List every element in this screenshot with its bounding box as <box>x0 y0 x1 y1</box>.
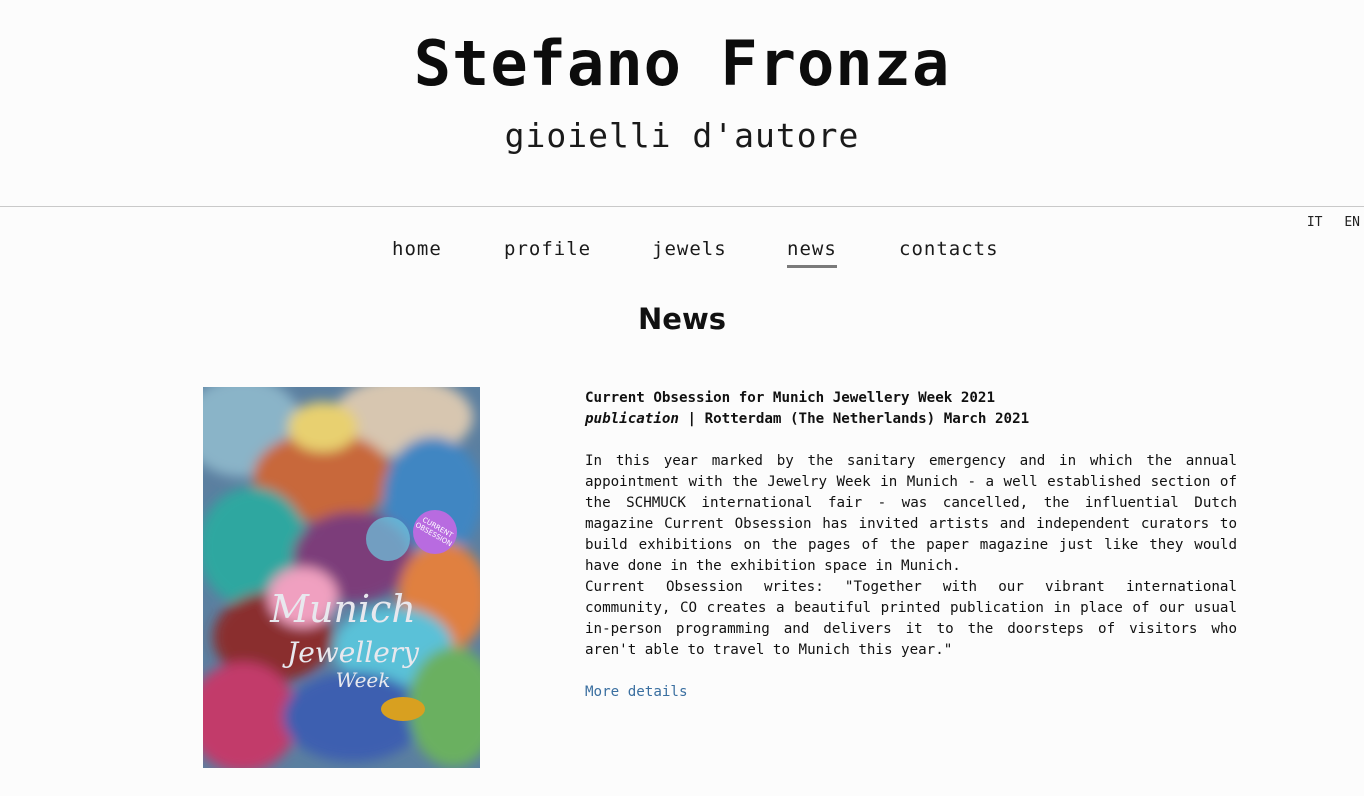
article-location-date: | Rotterdam (The Netherlands) March 2021 <box>678 411 1030 427</box>
site-title[interactable]: Stefano Fronza <box>0 28 1364 100</box>
nav-news[interactable]: news <box>787 238 837 268</box>
article-meta: publication | Rotterdam (The Netherlands… <box>585 409 1237 430</box>
news-article: Current Obsession for Munich Jewellery W… <box>585 388 1237 703</box>
nav-home[interactable]: home <box>392 238 442 265</box>
nav-jewels[interactable]: jewels <box>652 238 727 265</box>
more-details-link[interactable]: More details <box>585 682 688 703</box>
article-paragraph-1: In this year marked by the sanitary emer… <box>585 453 1237 574</box>
article-title: Current Obsession for Munich Jewellery W… <box>585 390 995 406</box>
article-type: publication <box>585 411 679 427</box>
article-paragraph-2: Current Obsession writes: "Together with… <box>585 579 1237 658</box>
nav-contacts[interactable]: contacts <box>899 238 999 265</box>
magazine-cover-image[interactable]: CURRENT OBSESSION Munich Jewellery Week <box>203 387 480 768</box>
cover-title-line3: Week <box>336 668 391 692</box>
cover-title-line1: Munich <box>269 587 416 631</box>
language-switcher: IT EN <box>1293 215 1360 230</box>
nav-profile[interactable]: profile <box>504 238 591 265</box>
cover-title-line2: Jewellery <box>282 636 420 669</box>
site-subtitle: gioielli d'autore <box>504 116 860 155</box>
site-header: Stefano Fronza gioielli d'autore <box>0 0 1364 207</box>
page-title: News <box>638 302 726 336</box>
lang-it-link[interactable]: IT <box>1307 215 1323 230</box>
lang-en-link[interactable]: EN <box>1344 215 1360 230</box>
